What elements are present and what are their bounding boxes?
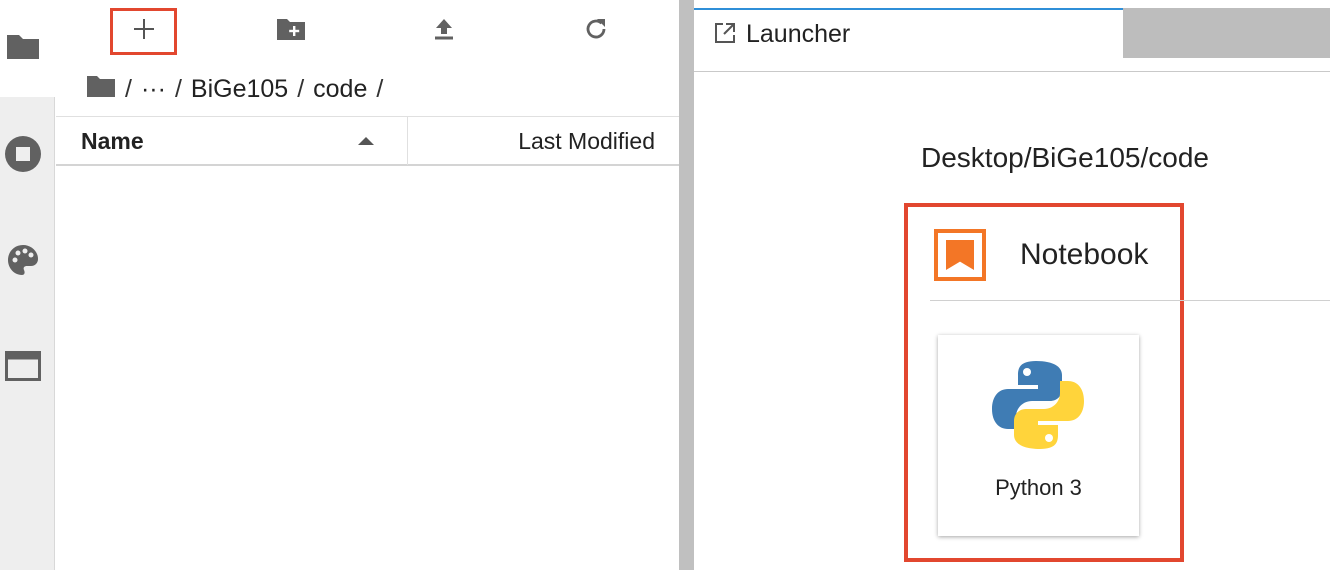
upload-icon <box>432 17 456 46</box>
column-divider[interactable] <box>407 117 408 165</box>
tab-launcher[interactable]: Launcher <box>694 8 1123 71</box>
panel-splitter[interactable] <box>679 0 694 570</box>
palette-icon[interactable] <box>5 242 41 278</box>
home-folder-icon[interactable] <box>86 74 116 105</box>
breadcrumb-folder-code[interactable]: code <box>313 75 367 104</box>
section-divider <box>930 300 1330 301</box>
python-logo-icon <box>990 357 1086 458</box>
tab-bar: Launcher <box>694 0 1330 72</box>
running-sessions-icon[interactable] <box>5 136 41 172</box>
plus-icon <box>132 17 156 46</box>
last-modified-column-header[interactable]: Last Modified <box>518 128 655 155</box>
sort-ascending-icon[interactable] <box>358 137 374 145</box>
name-column-header[interactable]: Name <box>81 128 144 155</box>
file-list-header: Name Last Modified <box>56 116 679 166</box>
file-browser-panel: / ··· / BiGe105 / code / Name Last Modif… <box>56 0 679 570</box>
tabs-icon[interactable] <box>5 348 41 384</box>
breadcrumb-separator: / <box>174 74 182 103</box>
notebook-icon <box>934 229 986 281</box>
refresh-button[interactable] <box>566 9 626 53</box>
new-launcher-button[interactable] <box>110 8 177 55</box>
file-list[interactable] <box>56 166 679 570</box>
upload-button[interactable] <box>414 9 474 53</box>
breadcrumb-separator: / <box>125 74 132 103</box>
breadcrumb-separator: / <box>376 74 384 103</box>
kernel-label: Python 3 <box>995 475 1082 500</box>
notebook-section-title: Notebook <box>1020 238 1149 271</box>
main-area: Launcher Desktop/BiGe105/code Notebook P… <box>694 0 1330 570</box>
launch-icon <box>714 22 736 49</box>
breadcrumb-folder-bige105[interactable]: BiGe105 <box>191 75 288 104</box>
folder-icon[interactable] <box>5 28 41 64</box>
python3-kernel-card[interactable]: Python 3 <box>938 335 1139 536</box>
breadcrumb: / ··· / BiGe105 / code / <box>86 72 383 106</box>
tab-bar-empty <box>1123 8 1330 58</box>
activity-bar <box>0 0 55 570</box>
new-folder-icon <box>276 17 306 46</box>
tab-bar-divider <box>694 71 1330 72</box>
tab-label: Launcher <box>746 20 851 48</box>
launcher-cwd: Desktop/BiGe105/code <box>921 142 1209 173</box>
breadcrumb-ellipsis[interactable]: ··· <box>141 75 166 104</box>
new-folder-button[interactable] <box>261 9 321 53</box>
refresh-icon <box>583 16 609 47</box>
breadcrumb-separator: / <box>297 74 305 103</box>
